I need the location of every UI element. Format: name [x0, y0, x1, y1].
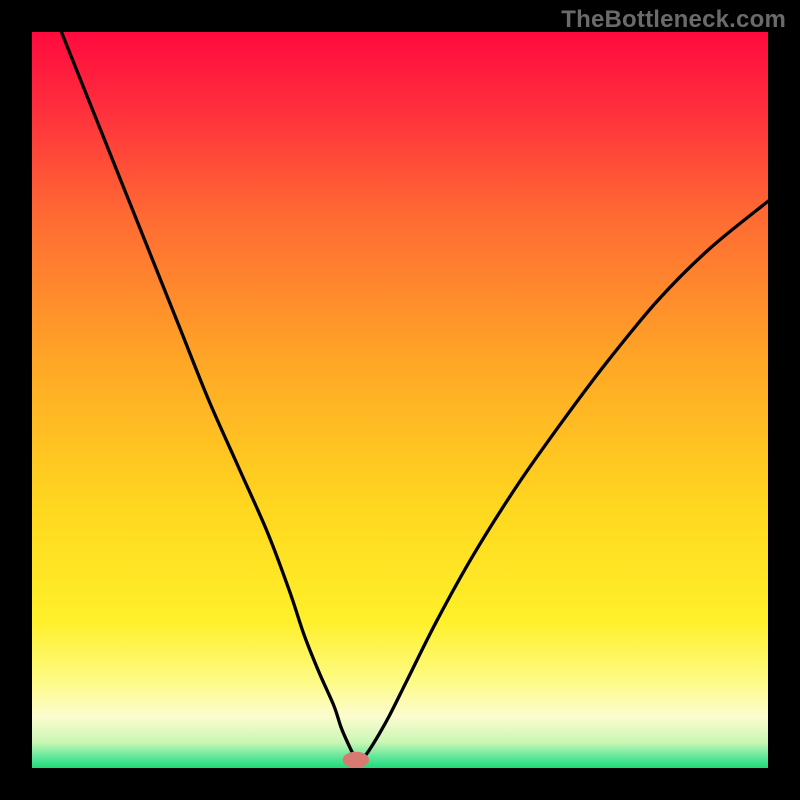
- optimum-marker: [343, 752, 369, 768]
- gradient-background: [32, 32, 768, 768]
- watermark-text: TheBottleneck.com: [561, 6, 786, 34]
- plot-svg: [32, 32, 768, 768]
- chart-frame: TheBottleneck.com: [0, 0, 800, 800]
- plot-area: [32, 32, 768, 768]
